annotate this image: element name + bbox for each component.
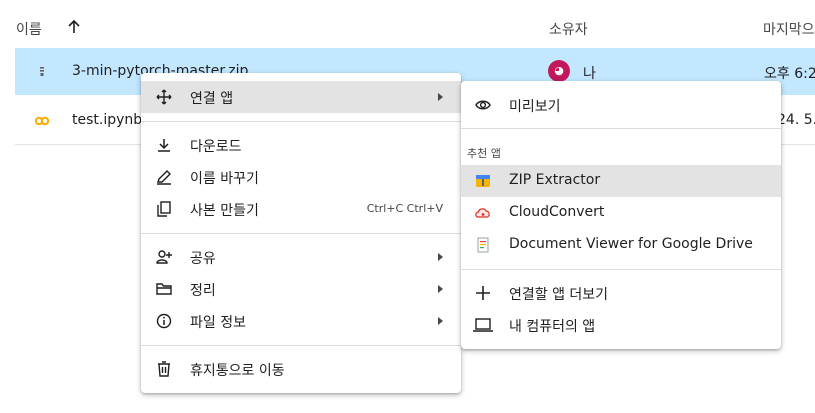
menu-item-label: Document Viewer for Google Drive bbox=[509, 236, 753, 252]
submenu-arrow-icon bbox=[438, 253, 443, 261]
menu-item-label: 미리보기 bbox=[509, 99, 561, 115]
laptop-icon bbox=[473, 318, 493, 332]
column-name[interactable]: 이름 bbox=[16, 19, 42, 39]
divider bbox=[461, 128, 781, 129]
document-viewer-icon bbox=[477, 237, 489, 253]
submenu-arrow-icon bbox=[438, 317, 443, 325]
divider bbox=[141, 121, 461, 122]
plus-icon bbox=[476, 286, 490, 300]
file-date: 오후 6:27 bbox=[764, 66, 815, 82]
menu-item-label: 정리 bbox=[190, 283, 216, 299]
avatar: ◕ bbox=[548, 60, 570, 82]
column-modified[interactable]: 마지막으 bbox=[763, 19, 815, 39]
zip-file-icon bbox=[40, 67, 44, 76]
sort-arrow-up-icon[interactable] bbox=[66, 19, 82, 35]
submenu-arrow-icon bbox=[438, 93, 443, 101]
menu-item-shortcut: Ctrl+C Ctrl+V bbox=[366, 202, 443, 215]
menu-item-label: 다운로드 bbox=[190, 139, 242, 155]
submenu-item-document-viewer[interactable]: Document Viewer for Google Drive bbox=[461, 229, 781, 261]
context-menu: 연결 앱 다운로드 이름 바꾸기 사본 만들기 Ctrl+C Ctrl+V 공유 bbox=[141, 73, 461, 393]
submenu-item-more-apps[interactable]: 연결할 앱 더보기 bbox=[461, 277, 781, 309]
menu-item-organize[interactable]: 정리 bbox=[141, 273, 461, 305]
menu-item-label: 공유 bbox=[190, 251, 216, 267]
submenu-item-preview[interactable]: 미리보기 bbox=[461, 89, 781, 121]
menu-item-label: 파일 정보 bbox=[190, 315, 246, 331]
divider bbox=[141, 345, 461, 346]
menu-item-label: 연결 앱 bbox=[190, 91, 234, 107]
menu-item-open-with[interactable]: 연결 앱 bbox=[141, 81, 461, 113]
menu-item-trash[interactable]: 휴지통으로 이동 bbox=[141, 353, 461, 385]
file-owner: 나 bbox=[583, 66, 596, 82]
download-icon bbox=[158, 139, 170, 152]
column-owner[interactable]: 소유자 bbox=[549, 19, 588, 39]
menu-item-rename[interactable]: 이름 바꾸기 bbox=[141, 161, 461, 193]
cloudconvert-icon bbox=[475, 208, 490, 218]
menu-item-label: CloudConvert bbox=[509, 204, 605, 220]
menu-item-file-info[interactable]: 파일 정보 bbox=[141, 305, 461, 337]
menu-item-download[interactable]: 다운로드 bbox=[141, 129, 461, 161]
divider bbox=[141, 233, 461, 234]
menu-item-label: 휴지통으로 이동 bbox=[190, 363, 285, 379]
folder-icon bbox=[156, 283, 172, 295]
copy-icon bbox=[157, 201, 171, 217]
eye-icon bbox=[475, 100, 491, 110]
submenu-item-zip-extractor[interactable]: ZIP Extractor bbox=[461, 165, 781, 197]
menu-item-label: 내 컴퓨터의 앱 bbox=[509, 319, 596, 335]
menu-item-label: 사본 만들기 bbox=[190, 203, 259, 219]
menu-item-share[interactable]: 공유 bbox=[141, 241, 461, 273]
submenu-item-cloudconvert[interactable]: CloudConvert bbox=[461, 197, 781, 229]
rename-icon bbox=[157, 170, 171, 185]
menu-item-make-copy[interactable]: 사본 만들기 Ctrl+C Ctrl+V bbox=[141, 193, 461, 225]
section-heading: 추천 앱 bbox=[467, 147, 501, 160]
zip-extractor-icon bbox=[476, 175, 490, 187]
menu-item-label: 이름 바꾸기 bbox=[190, 171, 259, 187]
open-with-icon bbox=[156, 89, 172, 105]
trash-icon bbox=[158, 361, 170, 377]
colab-icon bbox=[34, 116, 50, 126]
menu-item-label: ZIP Extractor bbox=[509, 172, 601, 188]
open-with-submenu: 미리보기 추천 앱 ZIP Extractor CloudConvert Doc… bbox=[461, 81, 781, 349]
submenu-arrow-icon bbox=[438, 285, 443, 293]
share-person-icon bbox=[156, 250, 172, 264]
file-name: test.ipynb bbox=[72, 112, 143, 128]
info-icon bbox=[156, 313, 172, 329]
menu-item-label: 연결할 앱 더보기 bbox=[509, 287, 609, 303]
submenu-item-computer-apps[interactable]: 내 컴퓨터의 앱 bbox=[461, 309, 781, 341]
file-date: 24. 5. bbox=[777, 112, 815, 128]
divider bbox=[461, 269, 781, 270]
file-list-header: 이름 소유자 마지막으 bbox=[0, 0, 815, 48]
